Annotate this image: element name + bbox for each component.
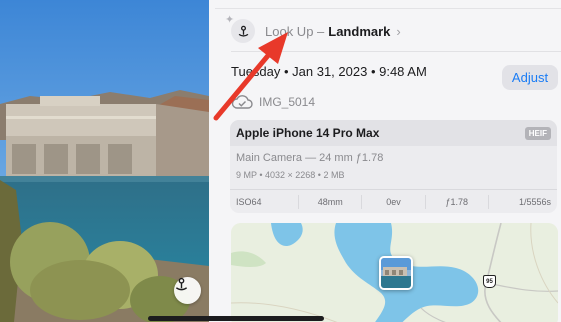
landmark-icon [175,277,188,291]
exif-shutter-speed: 1/5556s [487,194,557,209]
look-up-prefix: Look Up – [265,23,325,39]
capture-date: Tuesday • Jan 31, 2023 • 9:48 AM [231,64,427,79]
home-indicator[interactable] [148,316,324,321]
look-up-row[interactable]: Look Up – Landmark › [231,19,401,43]
divider [231,51,561,52]
exif-iso: ISO64 [236,196,262,207]
cloud-check-icon [231,95,253,109]
exif-exposure-bias: 0ev [361,194,424,209]
chevron-right-icon: › [396,23,401,39]
camera-info-card: Apple iPhone 14 Pro Max HEIF Main Camera… [230,120,557,213]
lens-info: Main Camera — 24 mm ƒ1.78 [236,152,384,164]
info-panel: ✦ Look Up – Landmark › Tuesday • Jan 31,… [209,0,561,322]
look-up-subject: Landmark [328,23,391,39]
map-photo-pin[interactable] [379,256,413,290]
adjust-button[interactable]: Adjust [502,65,558,90]
exif-row: ISO64 48mm 0ev ƒ1.78 1/5556s [230,189,557,213]
photo-view[interactable] [0,0,209,322]
device-name: Apple iPhone 14 Pro Max [236,126,380,140]
file-name: IMG_5014 [259,95,316,109]
exif-aperture: ƒ1.78 [424,194,488,209]
landmark-icon [231,19,255,43]
exif-focal-length: 48mm [298,194,361,209]
highway-shield: 95 [483,275,496,288]
file-row: IMG_5014 [231,93,315,111]
location-map[interactable]: 95 [231,223,558,322]
photo-image [0,0,209,322]
image-specs: 9 MP • 4032 × 2268 • 2 MB [236,170,345,180]
card-header: Apple iPhone 14 Pro Max HEIF [230,120,557,146]
visual-lookup-badge[interactable] [174,277,201,304]
panel-border [215,8,561,9]
format-badge: HEIF [524,126,551,140]
